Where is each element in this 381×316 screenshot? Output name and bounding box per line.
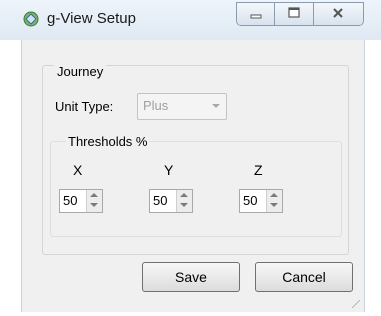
cancel-button[interactable]: Cancel bbox=[255, 262, 353, 292]
threshold-x-spin-buttons[interactable] bbox=[86, 190, 102, 212]
threshold-z-value: 50 bbox=[243, 193, 258, 208]
threshold-y-value: 50 bbox=[153, 193, 168, 208]
unit-type-select[interactable]: Plus bbox=[137, 93, 227, 120]
title-bar[interactable]: g-View Setup bbox=[0, 0, 381, 40]
close-icon bbox=[331, 7, 345, 22]
setup-window: g-View Setup Journey Unit Type: Plus Thr… bbox=[0, 0, 381, 316]
save-button[interactable]: Save bbox=[142, 262, 240, 292]
maximize-icon bbox=[287, 6, 301, 22]
app-icon bbox=[22, 10, 40, 28]
arrow-up-icon[interactable] bbox=[180, 193, 188, 197]
threshold-y-stepper[interactable]: 50 bbox=[149, 189, 193, 213]
journey-group-label: Journey bbox=[54, 64, 107, 79]
unit-type-label: Unit Type: bbox=[55, 99, 114, 114]
window-title: g-View Setup bbox=[47, 10, 136, 27]
chevron-down-icon bbox=[212, 104, 220, 108]
arrow-down-icon[interactable] bbox=[180, 203, 188, 207]
axis-x-label: X bbox=[73, 162, 83, 178]
threshold-z-stepper[interactable]: 50 bbox=[239, 189, 283, 213]
axis-y-label: Y bbox=[164, 162, 174, 178]
close-button[interactable] bbox=[313, 3, 363, 25]
client-area: Journey Unit Type: Plus Thresholds % X Y… bbox=[21, 40, 365, 312]
resize-grip[interactable] bbox=[352, 300, 360, 308]
arrow-up-icon[interactable] bbox=[90, 193, 98, 197]
threshold-x-value: 50 bbox=[63, 193, 78, 208]
minimize-button[interactable] bbox=[237, 3, 276, 25]
threshold-y-spin-buttons[interactable] bbox=[176, 190, 192, 212]
arrow-down-icon[interactable] bbox=[270, 203, 278, 207]
caption-buttons bbox=[236, 2, 364, 26]
arrow-up-icon[interactable] bbox=[270, 193, 278, 197]
minimize-icon bbox=[249, 7, 263, 22]
unit-type-value: Plus bbox=[143, 98, 169, 113]
threshold-z-spin-buttons[interactable] bbox=[266, 190, 282, 212]
maximize-button[interactable] bbox=[275, 3, 314, 25]
thresholds-label: Thresholds % bbox=[66, 134, 150, 149]
threshold-x-stepper[interactable]: 50 bbox=[59, 189, 103, 213]
arrow-down-icon[interactable] bbox=[90, 203, 98, 207]
axis-z-label: Z bbox=[254, 162, 263, 178]
